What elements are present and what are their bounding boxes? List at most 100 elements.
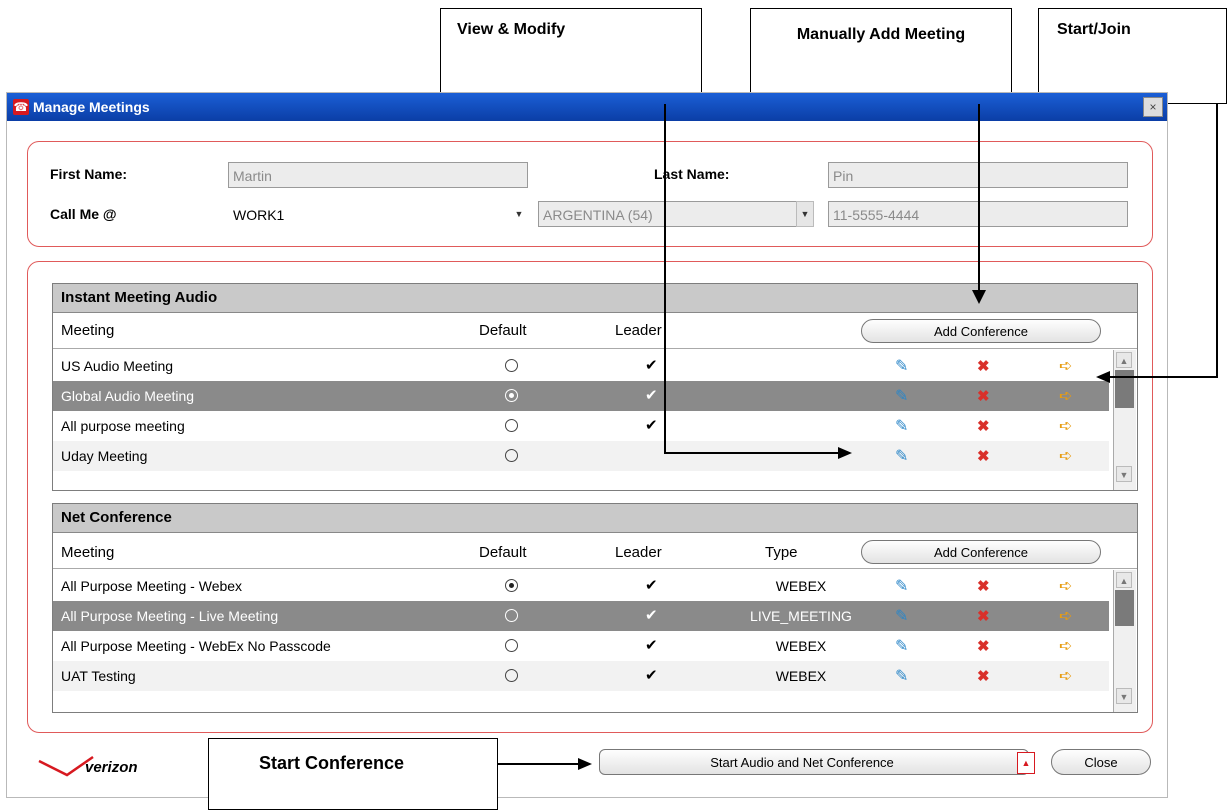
start-join-arrow-icon[interactable]: ➪	[1059, 356, 1072, 376]
col-meeting: Meeting	[61, 322, 115, 339]
first-name-field[interactable]: Martin	[228, 162, 528, 188]
manage-meetings-window: ☎ Manage Meetings × First Name: Martin L…	[6, 92, 1168, 798]
first-name-label: First Name:	[50, 166, 128, 182]
leader-check-icon: ✔	[645, 637, 658, 654]
delete-icon[interactable]: ✖	[977, 387, 990, 405]
default-radio[interactable]	[505, 609, 518, 622]
table-row[interactable]: Uday Meeting ✎ ✖ ➪	[53, 441, 1109, 471]
callout-view-modify: View & Modify	[440, 8, 702, 104]
table-row[interactable]: All Purpose Meeting - Live Meeting ✔ LIVE_…	[53, 601, 1109, 631]
callout-view-modify-text: View & Modify	[457, 21, 566, 38]
edit-pencil-icon[interactable]: ✎	[895, 576, 908, 596]
default-radio[interactable]	[505, 449, 518, 462]
contact-panel: First Name: Martin Last Name: Pin Call M…	[27, 141, 1153, 247]
window-title: Manage Meetings	[33, 99, 150, 115]
start-join-arrow-icon[interactable]: ➪	[1059, 446, 1072, 466]
delete-icon[interactable]: ✖	[977, 447, 990, 465]
scroll-thumb[interactable]	[1115, 590, 1134, 626]
close-icon[interactable]: ×	[1143, 97, 1163, 117]
add-conference-audio-button[interactable]: Add Conference	[861, 319, 1101, 343]
callout-start-conference-text: Start Conference	[259, 753, 405, 773]
call-me-dropdown-icon[interactable]: ▼	[510, 201, 528, 227]
delete-icon[interactable]: ✖	[977, 667, 990, 685]
edit-pencil-icon[interactable]: ✎	[895, 386, 908, 406]
edit-pencil-icon[interactable]: ✎	[895, 666, 908, 686]
meeting-name: Global Audio Meeting	[61, 388, 195, 404]
leader-line	[664, 452, 840, 454]
start-join-arrow-icon[interactable]: ➪	[1059, 386, 1072, 406]
table-row[interactable]: All Purpose Meeting - Webex ✔ WEBEX ✎ ✖ ➪	[53, 571, 1109, 601]
callout-start-join-text: Start/Join	[1057, 21, 1131, 38]
edit-pencil-icon[interactable]: ✎	[895, 416, 908, 436]
start-options-icon[interactable]: ▲	[1017, 752, 1035, 774]
edit-pencil-icon[interactable]: ✎	[895, 606, 908, 626]
country-select[interactable]: ARGENTINA (54)	[538, 201, 814, 227]
start-join-arrow-icon[interactable]: ➪	[1059, 636, 1072, 656]
leader-check-icon: ✔	[645, 387, 658, 404]
leader-check-icon: ✔	[645, 417, 658, 434]
start-join-arrow-icon[interactable]: ➪	[1059, 666, 1072, 686]
scroll-down-icon[interactable]: ▼	[1116, 466, 1132, 482]
default-radio[interactable]	[505, 359, 518, 372]
default-radio[interactable]	[505, 669, 518, 682]
title-bar: ☎ Manage Meetings ×	[7, 93, 1167, 121]
meeting-name: All Purpose Meeting - Live Meeting	[61, 608, 279, 624]
callout-start-join: Start/Join	[1038, 8, 1227, 104]
default-radio[interactable]	[505, 389, 518, 402]
edit-pencil-icon[interactable]: ✎	[895, 356, 908, 376]
col-leader: Leader	[615, 322, 662, 339]
start-conference-button[interactable]: Start Audio and Net Conference	[599, 749, 1029, 775]
table-row[interactable]: All purpose meeting ✔ ✎ ✖ ➪	[53, 411, 1109, 441]
scroll-down-icon[interactable]: ▼	[1116, 688, 1132, 704]
col-meeting: Meeting	[61, 544, 115, 561]
meeting-type: WEBEX	[775, 578, 827, 594]
delete-icon[interactable]: ✖	[977, 577, 990, 595]
net-scrollbar[interactable]: ▲ ▼	[1113, 570, 1136, 712]
table-row[interactable]: UAT Testing ✔ WEBEX ✎ ✖ ➪	[53, 661, 1109, 691]
leader-line	[1108, 376, 1218, 378]
edit-pencil-icon[interactable]: ✎	[895, 636, 908, 656]
leader-check-icon: ✔	[645, 577, 658, 594]
default-radio[interactable]	[505, 639, 518, 652]
country-dropdown-icon[interactable]: ▼	[796, 201, 814, 227]
instant-audio-title: Instant Meeting Audio	[61, 289, 218, 306]
leader-line	[1216, 104, 1218, 378]
leader-line	[978, 104, 980, 290]
table-row[interactable]: Global Audio Meeting ✔ ✎ ✖ ➪	[53, 381, 1109, 411]
call-me-select[interactable]: WORK1	[228, 201, 514, 227]
delete-icon[interactable]: ✖	[977, 637, 990, 655]
leader-check-icon: ✔	[645, 607, 658, 624]
meeting-name: UAT Testing	[61, 668, 136, 684]
add-conference-net-button[interactable]: Add Conference	[861, 540, 1101, 564]
col-default: Default	[479, 544, 527, 561]
scroll-up-icon[interactable]: ▲	[1116, 572, 1132, 588]
meeting-name: All Purpose Meeting - Webex	[61, 578, 243, 594]
delete-icon[interactable]: ✖	[977, 607, 990, 625]
meeting-type: LIVE_MEETING	[750, 608, 852, 624]
scroll-up-icon[interactable]: ▲	[1116, 352, 1132, 368]
delete-icon[interactable]: ✖	[977, 357, 990, 375]
net-conference-title: Net Conference	[61, 509, 172, 526]
instant-audio-section: Instant Meeting Audio Meeting Default Le…	[52, 283, 1138, 491]
callout-manually-add-text: Manually Add Meeting	[796, 26, 966, 43]
logo-text: verizon	[85, 759, 138, 776]
edit-pencil-icon[interactable]: ✎	[895, 446, 908, 466]
audio-scrollbar[interactable]: ▲ ▼	[1113, 350, 1136, 490]
meeting-type: WEBEX	[775, 638, 827, 654]
default-radio[interactable]	[505, 419, 518, 432]
meeting-name: Uday Meeting	[61, 448, 148, 464]
table-row[interactable]: US Audio Meeting ✔ ✎ ✖ ➪	[53, 351, 1109, 381]
start-join-arrow-icon[interactable]: ➪	[1059, 606, 1072, 626]
col-type: Type	[765, 544, 798, 561]
delete-icon[interactable]: ✖	[977, 417, 990, 435]
arrow-left-icon	[1096, 371, 1110, 383]
table-row[interactable]: All Purpose Meeting - WebEx No Passcode ✔…	[53, 631, 1109, 661]
start-join-arrow-icon[interactable]: ➪	[1059, 416, 1072, 436]
meeting-name: All purpose meeting	[61, 418, 185, 434]
arrow-right-icon	[578, 758, 592, 770]
default-radio[interactable]	[505, 579, 518, 592]
close-button[interactable]: Close	[1051, 749, 1151, 775]
start-join-arrow-icon[interactable]: ➪	[1059, 576, 1072, 596]
meeting-name: All Purpose Meeting - WebEx No Passcode	[61, 638, 331, 654]
arrow-down-icon	[972, 290, 986, 304]
